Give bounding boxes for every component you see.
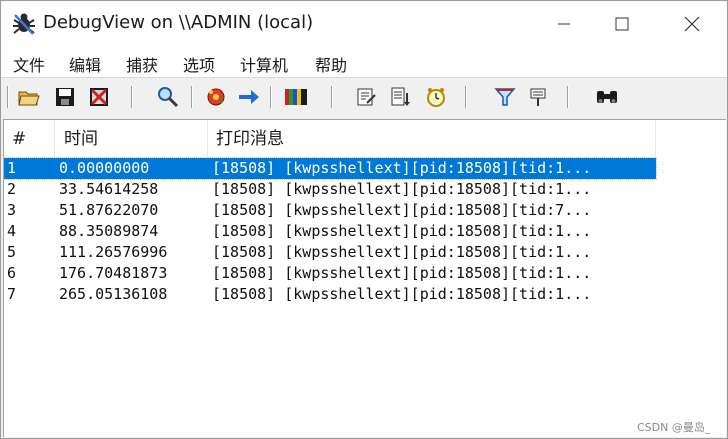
autoscroll-button[interactable] bbox=[237, 85, 261, 109]
maximize-button[interactable] bbox=[599, 1, 645, 47]
row-time: 176.70481873 bbox=[59, 264, 168, 282]
autoscroll-arrow-icon bbox=[239, 90, 259, 104]
table-row[interactable]: 7 265.05136108 [18508] [kwpsshellext][pid:… bbox=[4, 284, 656, 305]
minimize-icon bbox=[558, 23, 570, 25]
row-message: [18508] [kwpsshellext][pid:18508][tid:1.… bbox=[212, 285, 592, 303]
filter-button[interactable] bbox=[526, 85, 550, 109]
menu-bar: 文件 编辑 捕获 选项 计算机 帮助 bbox=[1, 47, 727, 77]
clear-display-icon bbox=[90, 88, 108, 106]
row-message: [18508] [kwpsshellext][pid:18508][tid:1.… bbox=[212, 159, 592, 177]
column-divider[interactable] bbox=[207, 120, 208, 158]
row-message: [18508] [kwpsshellext][pid:18508][tid:7.… bbox=[212, 201, 592, 219]
row-number: 3 bbox=[7, 201, 17, 219]
row-time: 111.26576996 bbox=[59, 243, 168, 261]
filter-pin-icon bbox=[530, 88, 546, 106]
maximize-icon bbox=[615, 17, 629, 31]
debugview-bug-icon bbox=[13, 13, 35, 35]
column-divider[interactable] bbox=[54, 120, 55, 158]
column-header: # 时间 打印消息 bbox=[4, 120, 656, 159]
open-folder-icon bbox=[18, 91, 40, 106]
row-time: 51.87622070 bbox=[59, 201, 159, 219]
table-row[interactable]: 5 111.26576996 [18508] [kwpsshellext][pid:… bbox=[4, 242, 656, 263]
log-list-view[interactable]: # 时间 打印消息 1 0.00000000 [18508] [kwpsshelle… bbox=[3, 119, 726, 437]
table-row[interactable]: 3 51.87622070 [18508] [kwpsshellext][pid:1… bbox=[4, 200, 656, 221]
row-number: 1 bbox=[7, 159, 17, 177]
table-row[interactable]: 2 33.54614258 [18508] [kwpsshellext][pid:1… bbox=[4, 179, 656, 200]
row-time: 33.54614258 bbox=[59, 180, 159, 198]
find-button[interactable] bbox=[156, 85, 180, 109]
toolbar-separator bbox=[7, 86, 9, 108]
window-title: DebugView on \\ADMIN (local) bbox=[43, 12, 314, 33]
row-number: 2 bbox=[7, 180, 17, 198]
debugview-window: DebugView on \\ADMIN (local) 文件 编辑 捕获 选项… bbox=[0, 0, 728, 439]
clock-icon bbox=[427, 88, 445, 107]
save-button[interactable] bbox=[53, 85, 77, 109]
table-row[interactable]: 1 0.00000000 [18508] [kwpsshellext][pid:18… bbox=[3, 157, 657, 180]
filter-highlight-icon bbox=[285, 89, 307, 105]
column-header-message[interactable]: 打印消息 bbox=[216, 120, 284, 158]
row-number: 4 bbox=[7, 222, 17, 240]
toolbar bbox=[1, 77, 727, 118]
filter-highlight-button[interactable] bbox=[284, 85, 308, 109]
row-message: [18508] [kwpsshellext][pid:18508][tid:1.… bbox=[212, 243, 592, 261]
append-log-button[interactable] bbox=[388, 85, 412, 109]
history-depth-button[interactable] bbox=[354, 85, 378, 109]
row-message: [18508] [kwpsshellext][pid:18508][tid:1.… bbox=[212, 222, 592, 240]
save-disk-icon bbox=[56, 88, 74, 106]
menu-help[interactable]: 帮助 bbox=[315, 52, 347, 76]
toolbar-separator bbox=[270, 86, 272, 108]
column-divider[interactable] bbox=[655, 120, 656, 158]
column-header-time[interactable]: 时间 bbox=[64, 120, 98, 158]
highlight-funnel-icon bbox=[494, 88, 516, 106]
toolbar-separator bbox=[465, 86, 467, 108]
append-log-icon bbox=[391, 87, 410, 106]
row-time: 265.05136108 bbox=[59, 285, 168, 303]
watermark: CSDN @曼岛_ bbox=[637, 421, 711, 434]
highlight-button[interactable] bbox=[493, 85, 517, 109]
toolbar-separator bbox=[567, 86, 569, 108]
table-row[interactable]: 4 88.35089874 [18508] [kwpsshellext][pid:1… bbox=[4, 221, 656, 242]
row-time: 88.35089874 bbox=[59, 222, 159, 240]
row-number: 5 bbox=[7, 243, 17, 261]
table-row[interactable]: 6 176.70481873 [18508] [kwpsshellext][pid:… bbox=[4, 263, 656, 284]
history-depth-icon bbox=[357, 88, 376, 106]
row-message: [18508] [kwpsshellext][pid:18508][tid:1.… bbox=[212, 180, 592, 198]
row-message: [18508] [kwpsshellext][pid:18508][tid:1.… bbox=[212, 264, 592, 282]
capture-button[interactable] bbox=[204, 85, 228, 109]
column-header-number[interactable]: # bbox=[12, 120, 26, 158]
menu-options[interactable]: 选项 bbox=[183, 52, 215, 76]
toolbar-separator bbox=[191, 86, 193, 108]
open-button[interactable] bbox=[17, 85, 41, 109]
row-time: 0.00000000 bbox=[59, 159, 150, 177]
row-number: 7 bbox=[7, 285, 17, 303]
menu-edit[interactable]: 编辑 bbox=[69, 52, 101, 76]
menu-capture[interactable]: 捕获 bbox=[126, 52, 158, 76]
row-number: 6 bbox=[7, 264, 17, 282]
clear-button[interactable] bbox=[87, 85, 111, 109]
close-button[interactable] bbox=[669, 1, 715, 47]
close-icon bbox=[684, 16, 700, 32]
search-button[interactable] bbox=[595, 85, 619, 109]
menu-file[interactable]: 文件 bbox=[13, 52, 45, 76]
clock-button[interactable] bbox=[424, 85, 448, 109]
binoculars-icon bbox=[597, 91, 617, 103]
find-magnifier-icon bbox=[158, 87, 179, 108]
toolbar-separator bbox=[131, 86, 133, 108]
toolbar-separator bbox=[331, 86, 333, 108]
minimize-button[interactable] bbox=[541, 1, 587, 47]
menu-computer[interactable]: 计算机 bbox=[240, 52, 288, 76]
capture-gear-icon bbox=[207, 88, 225, 106]
title-bar[interactable]: DebugView on \\ADMIN (local) bbox=[1, 1, 727, 47]
